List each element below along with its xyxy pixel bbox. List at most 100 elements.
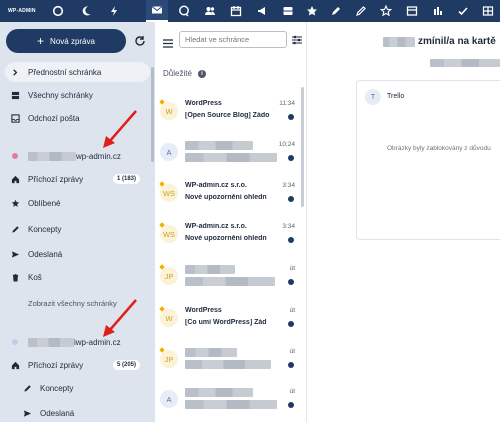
megaphone-icon[interactable]: [254, 3, 270, 19]
sidebar-item-drafts-2[interactable]: Koncepty: [0, 378, 150, 398]
sender-avatar: T: [365, 89, 381, 105]
moon-icon[interactable]: [78, 3, 94, 19]
sidebar-item-sent-2[interactable]: Odeslaná: [0, 403, 150, 422]
sender-avatar: WS: [160, 184, 178, 202]
sidebar-scrollbar[interactable]: [151, 67, 154, 162]
circle-icon[interactable]: [50, 3, 66, 19]
message-time: 10:24: [278, 141, 295, 148]
list-item[interactable]: W WordPress út [Co umí WordPress] Žád: [155, 301, 301, 341]
send-icon: [10, 249, 20, 259]
calendar-icon[interactable]: [228, 3, 244, 19]
edit-icon[interactable]: [353, 3, 369, 19]
pen-icon[interactable]: [328, 3, 344, 19]
filter-sliders-icon[interactable]: [291, 33, 303, 45]
apps-icon[interactable]: [404, 3, 420, 19]
message-time: út: [289, 265, 295, 272]
sidebar-item-priority-inbox[interactable]: Přednostní schránka: [5, 62, 150, 82]
sidebar-item-label: Příchozí zprávy: [28, 174, 84, 184]
chat-icon[interactable]: [176, 3, 192, 19]
magic-star-icon[interactable]: [378, 3, 394, 19]
sidebar-item-label: Koncepty: [28, 224, 62, 234]
plus-icon: +: [37, 34, 45, 48]
reading-pane: zmínil/a na kartě T Trello Obrázky byly …: [308, 22, 500, 422]
sidebar-item-all-inboxes[interactable]: Všechny schránky: [0, 85, 150, 105]
sender-avatar: JP: [160, 350, 178, 368]
redacted-text: [28, 337, 74, 347]
home-icon: [10, 360, 20, 370]
sender-avatar: W: [160, 102, 178, 120]
sidebar: + Nová zpráva Přednostní schránka Všechn…: [0, 22, 155, 422]
unread-dot-icon: [288, 155, 294, 161]
sender-avatar: A: [160, 390, 178, 408]
message-sender: [185, 348, 267, 359]
list-item[interactable]: JP út: [155, 342, 301, 382]
mail-icon[interactable]: [146, 0, 168, 22]
sidebar-item-drafts[interactable]: Koncepty: [0, 219, 150, 239]
message-sender: [185, 265, 267, 276]
message-subject: [Co umí WordPress] Žád: [185, 319, 267, 326]
list-item[interactable]: WS WP-admin.cz s.r.o. 3:34 Nové upozorně…: [155, 176, 301, 216]
list-item[interactable]: A 10:24: [155, 135, 301, 175]
bar-chart-icon[interactable]: [430, 3, 446, 19]
images-blocked-notice: Obrázky byly zablokovány z důvodu: [387, 145, 491, 152]
list-item[interactable]: JP út: [155, 259, 301, 299]
checkmark-icon[interactable]: [455, 3, 471, 19]
sidebar-item-label: Koncepty: [40, 383, 74, 393]
list-scrollbar[interactable]: [301, 87, 304, 207]
sender-avatar: WS: [160, 225, 178, 243]
message-sender: WP-admin.cz s.r.o.: [185, 223, 247, 230]
sender-avatar: JP: [160, 267, 178, 285]
message-sender: [185, 141, 267, 152]
account-color-dot: [10, 151, 20, 161]
pencil-icon: [10, 224, 20, 234]
outbox-icon: [10, 113, 20, 123]
list-item[interactable]: WS WP-admin.cz s.r.o. 3:34 Nové upozorně…: [155, 217, 301, 257]
sidebar-item-inbox[interactable]: Příchozí zprávy 1 (183): [0, 169, 150, 189]
archive-icon[interactable]: [280, 3, 296, 19]
refresh-icon[interactable]: [134, 34, 146, 46]
grid-icon[interactable]: [480, 3, 496, 19]
search-input[interactable]: [179, 31, 287, 48]
annotation-arrow-icon: [103, 110, 137, 148]
list-item[interactable]: A út: [155, 382, 301, 422]
sidebar-item-label: Odeslaná: [28, 249, 63, 259]
message-card: T Trello Obrázky byly zablokovány z důvo…: [356, 80, 500, 240]
inbox-stack-icon: [10, 90, 20, 100]
unread-dot-icon: [288, 279, 294, 285]
message-subject: Nové upozornění ohledn: [185, 194, 267, 201]
sidebar-item-label: Přednostní schránka: [28, 67, 102, 77]
sender-avatar: W: [160, 309, 178, 327]
hamburger-menu-icon[interactable]: [163, 35, 173, 48]
sidebar-item-label: Odchozí pošta: [28, 113, 80, 123]
contacts-icon[interactable]: [202, 3, 218, 19]
lightning-icon[interactable]: [106, 3, 122, 19]
chevron-right-icon: [10, 67, 20, 77]
unread-dot-icon: [288, 321, 294, 327]
compose-label: Nová zpráva: [50, 36, 95, 46]
send-icon: [22, 408, 32, 418]
trash-icon: [10, 272, 20, 282]
star-icon[interactable]: [304, 3, 320, 19]
message-sender: WP-admin.cz s.r.o.: [185, 182, 247, 189]
sidebar-item-inbox-2[interactable]: Příchozí zprávy 5 (205): [0, 355, 150, 375]
sidebar-item-trash[interactable]: Koš: [0, 267, 150, 287]
compose-button[interactable]: + Nová zpráva: [6, 29, 126, 53]
list-item[interactable]: W WordPress 11:34 [Open Source Blog] Žád…: [155, 94, 301, 134]
info-icon[interactable]: i: [197, 69, 206, 78]
sidebar-item-favorites[interactable]: Oblíbené: [0, 193, 150, 213]
pencil-icon: [22, 383, 32, 393]
card-sender: Trello: [387, 93, 405, 100]
title-text: zmínil/a na kartě: [418, 36, 496, 47]
unread-dot-icon: [288, 237, 294, 243]
section-title: Důležité: [163, 69, 192, 78]
sidebar-item-sent[interactable]: Odeslaná: [0, 244, 150, 264]
star-icon: [10, 198, 20, 208]
app-logo[interactable]: WP-ADMIN: [8, 8, 40, 14]
top-toolbar: WP-ADMIN: [0, 0, 500, 22]
message-sender: [185, 388, 267, 399]
search-row: [155, 22, 306, 56]
message-subject: [185, 400, 283, 411]
message-time: út: [289, 388, 295, 395]
message-time: út: [289, 348, 295, 355]
message-time: 3:34: [282, 223, 295, 230]
